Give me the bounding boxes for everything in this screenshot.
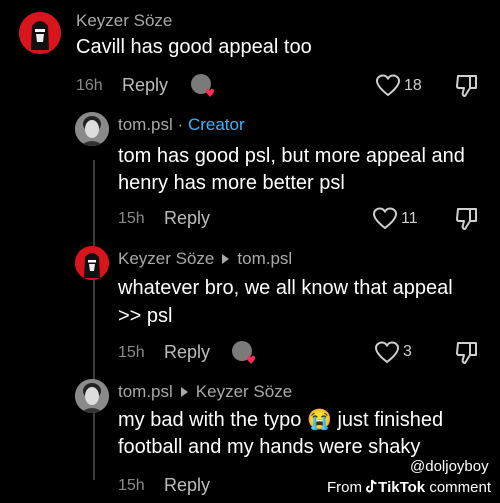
thread-line xyxy=(93,160,95,480)
comment-author-line: Keyzer Söze tom.psl xyxy=(118,249,292,269)
watermark-handle: @doljoyboy xyxy=(410,458,489,475)
comment-text: football and my hands were shaky xyxy=(118,436,421,458)
heart-icon[interactable] xyxy=(372,207,398,231)
reply-to-user[interactable]: Keyzer Söze xyxy=(196,382,292,401)
reply-button[interactable]: Reply xyxy=(164,475,210,496)
reply-button[interactable]: Reply xyxy=(164,342,210,363)
like-count: 11 xyxy=(401,210,418,227)
like-count: 18 xyxy=(404,77,422,94)
comment-text: just finished xyxy=(337,409,444,431)
comment-author-line: tom.psl · Creator xyxy=(118,115,245,135)
comment-author[interactable]: Keyzer Söze xyxy=(76,11,172,31)
comment-author[interactable]: Keyzer Söze xyxy=(118,249,214,268)
watermark-brand: TikTok xyxy=(378,479,426,496)
comment-text: henry has more better psl xyxy=(118,172,345,194)
comment-author[interactable]: tom.psl xyxy=(118,382,173,401)
heart-icon[interactable] xyxy=(375,74,401,98)
avatar-keyzer[interactable] xyxy=(19,12,61,54)
dislike-icon[interactable] xyxy=(455,73,479,99)
creator-liked-icon xyxy=(231,340,257,366)
watermark-from: From xyxy=(327,479,362,496)
avatar-tom[interactable] xyxy=(75,112,109,146)
comment-author[interactable]: tom.psl xyxy=(118,115,173,134)
comment-text: whatever bro, we all know that appeal xyxy=(118,277,453,299)
avatar-keyzer[interactable] xyxy=(75,246,109,280)
comment-text: tom has good psl, but more appeal and xyxy=(118,145,465,167)
heart-icon[interactable] xyxy=(374,341,400,365)
tiktok-logo-icon xyxy=(366,479,378,498)
comment-time: 15h xyxy=(118,344,145,361)
dislike-icon[interactable] xyxy=(455,340,479,366)
watermark-suffix: comment xyxy=(429,479,491,496)
like-count: 3 xyxy=(403,343,412,360)
comment-time: 16h xyxy=(76,77,103,94)
comment-text: >> psl xyxy=(118,305,173,327)
reply-button[interactable]: Reply xyxy=(164,208,210,229)
reply-button[interactable]: Reply xyxy=(122,75,168,96)
emoji: 😭 xyxy=(307,409,332,431)
comment-text: Cavill has good appeal too xyxy=(76,36,312,58)
comment-author-line: tom.psl Keyzer Söze xyxy=(118,382,292,402)
reply-arrow-icon xyxy=(180,387,188,398)
creator-badge: Creator xyxy=(187,115,245,134)
dislike-icon[interactable] xyxy=(455,206,479,232)
comment-time: 15h xyxy=(118,477,145,494)
comment-time: 15h xyxy=(118,210,145,227)
comment-text-line: my bad with the typo 😭 just finished xyxy=(118,406,443,434)
comment-text: my bad with the typo xyxy=(118,409,302,431)
reply-to-user[interactable]: tom.psl xyxy=(237,249,292,268)
separator: · xyxy=(177,115,184,134)
creator-liked-icon xyxy=(190,73,216,99)
reply-arrow-icon xyxy=(222,254,230,265)
watermark-line: From TikTok comment xyxy=(327,479,491,498)
avatar-tom[interactable] xyxy=(75,379,109,413)
